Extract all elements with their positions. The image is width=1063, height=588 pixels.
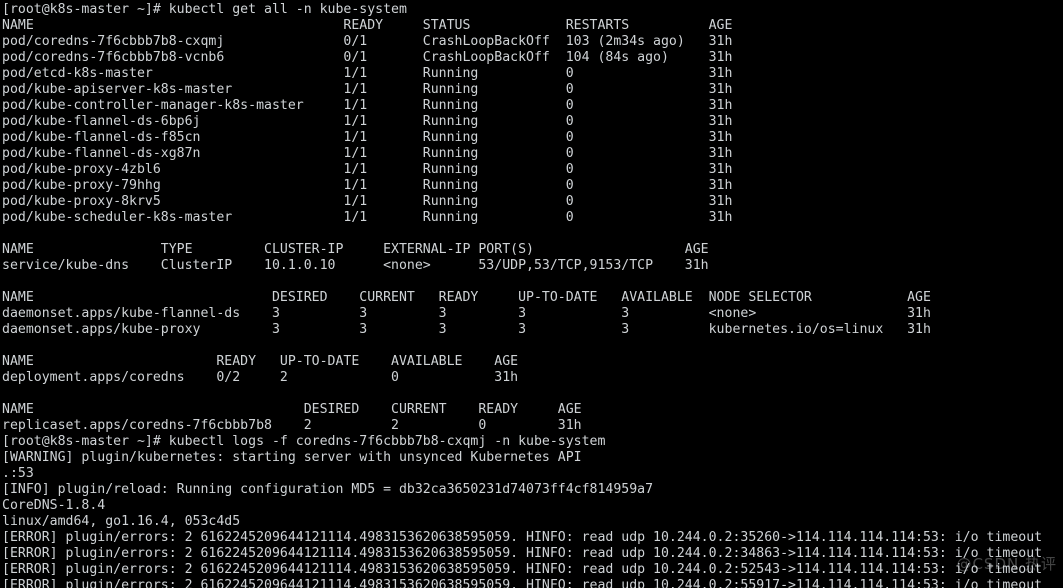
- pods-table-header-row: NAME READY STATUS RESTARTS AGE: [2, 18, 733, 33]
- log-line: [WARNING] plugin/kubernetes: starting se…: [2, 450, 582, 465]
- log-line: [ERROR] plugin/errors: 2 616224520964412…: [2, 546, 1043, 561]
- services-table-row: service/kube-dns ClusterIP 10.1.0.10 <no…: [2, 258, 709, 273]
- daemonsets-table-header-row: NAME DESIRED CURRENT READY UP-TO-DATE AV…: [2, 290, 931, 305]
- deployments-table-row: deployment.apps/coredns 0/2 2 0 31h: [2, 370, 519, 385]
- pods-table-row: pod/kube-controller-manager-k8s-master 1…: [2, 98, 733, 113]
- log-line: .:53: [2, 466, 34, 481]
- replicasets-table-header-row: NAME DESIRED CURRENT READY AGE: [2, 402, 582, 417]
- pods-table-row: pod/kube-proxy-4zbl6 1/1 Running 0 31h: [2, 162, 733, 177]
- log-line: [ERROR] plugin/errors: 2 616224520964412…: [2, 562, 1043, 577]
- pods-table-row: pod/kube-apiserver-k8s-master 1/1 Runnin…: [2, 82, 733, 97]
- terminal-window[interactable]: [root@k8s-master ~]# kubectl get all -n …: [0, 0, 1063, 588]
- pods-table-row: pod/coredns-7f6cbbb7b8-cxqmj 0/1 CrashLo…: [2, 34, 733, 49]
- pods-table-row: pod/kube-flannel-ds-f85cn 1/1 Running 0 …: [2, 130, 733, 145]
- pods-table-row: pod/kube-flannel-ds-xg87n 1/1 Running 0 …: [2, 146, 733, 161]
- pods-table-row: pod/kube-proxy-8krv5 1/1 Running 0 31h: [2, 194, 733, 209]
- log-line: [INFO] plugin/reload: Running configurat…: [2, 482, 654, 497]
- command-line-logs[interactable]: [root@k8s-master ~]# kubectl logs -f cor…: [2, 434, 1063, 450]
- pods-table-row: pod/kube-proxy-79hhg 1/1 Running 0 31h: [2, 178, 733, 193]
- replicasets-table-row: replicaset.apps/coredns-7f6cbbb7b8 2 2 0…: [2, 418, 582, 433]
- services-table-header-row: NAME TYPE CLUSTER-IP EXTERNAL-IP PORT(S)…: [2, 242, 709, 257]
- deployments-table-header-row: NAME READY UP-TO-DATE AVAILABLE AGE: [2, 354, 519, 369]
- log-line: [ERROR] plugin/errors: 2 616224520964412…: [2, 578, 1043, 588]
- daemonsets-table-row: daemonset.apps/kube-flannel-ds 3 3 3 3 3…: [2, 306, 931, 321]
- daemonsets-table-row: daemonset.apps/kube-proxy 3 3 3 3 3 kube…: [2, 322, 931, 337]
- log-line: CoreDNS-1.8.4: [2, 498, 106, 513]
- pods-table-row: pod/kube-scheduler-k8s-master 1/1 Runnin…: [2, 210, 733, 225]
- pods-table-row: pod/kube-flannel-ds-6bp6j 1/1 Running 0 …: [2, 114, 733, 129]
- pods-table-row: pod/etcd-k8s-master 1/1 Running 0 31h: [2, 66, 733, 81]
- command-line-get-all[interactable]: [root@k8s-master ~]# kubectl get all -n …: [2, 2, 1063, 18]
- log-line: linux/amd64, go1.16.4, 053c4d5: [2, 514, 241, 529]
- pods-table-row: pod/coredns-7f6cbbb7b8-vcnb6 0/1 CrashLo…: [2, 50, 733, 65]
- log-line: [ERROR] plugin/errors: 2 616224520964412…: [2, 530, 1043, 545]
